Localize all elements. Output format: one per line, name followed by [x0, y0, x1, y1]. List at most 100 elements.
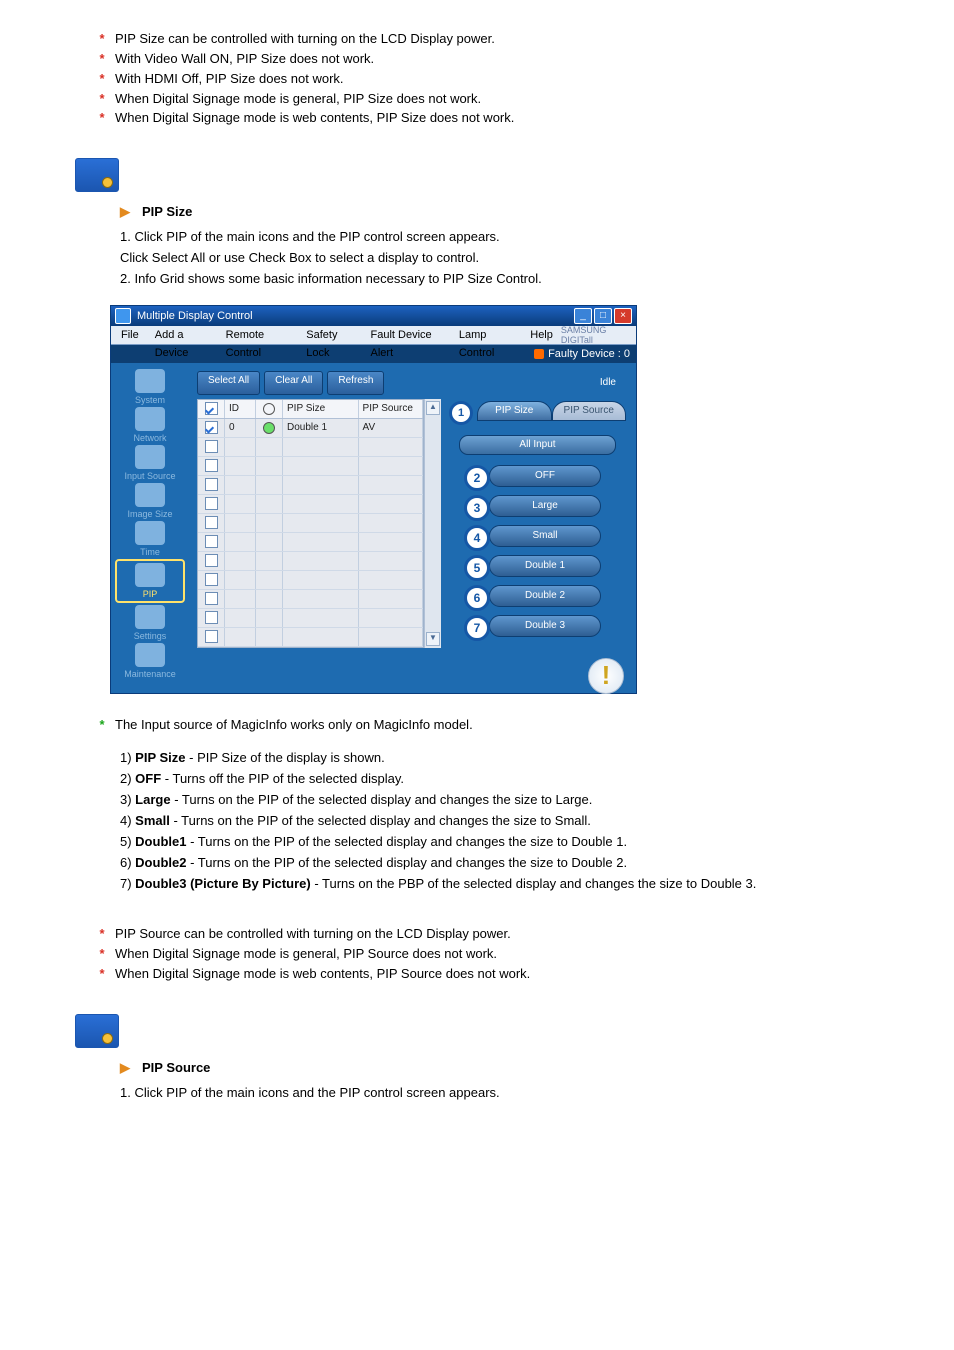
sidebar-label: Network — [117, 433, 183, 443]
menu-add-device[interactable]: Add a Device — [147, 326, 218, 344]
tabs: 1 PIP Size PIP Source — [449, 401, 626, 425]
grid-row-empty — [198, 590, 423, 609]
pill-label: Large — [532, 500, 558, 511]
grid-header-pip-source: PIP Source — [359, 400, 423, 418]
callout-line: 5) Double1 - Turns on the PIP of the sel… — [120, 833, 840, 852]
menu-safety-lock[interactable]: Safety Lock — [298, 326, 362, 344]
bullet-item: * When Digital Signage mode is general, P… — [95, 945, 840, 964]
sidebar-label: Settings — [117, 631, 183, 641]
maximize-button[interactable]: □ — [594, 308, 612, 324]
tab-label: PIP Source — [564, 405, 614, 416]
grid-row[interactable]: 0 Double 1 AV — [198, 419, 423, 438]
tab-pip-source[interactable]: PIP Source — [552, 401, 627, 421]
menu-help[interactable]: Help — [522, 326, 561, 344]
section-title-text: PIP Size — [142, 204, 192, 219]
menu-fault-alert[interactable]: Fault Device Alert — [363, 326, 451, 344]
app-icon — [115, 308, 131, 324]
step-text: Click PIP of the main icons and the PIP … — [134, 1085, 499, 1100]
section-title-text: PIP Source — [142, 1060, 210, 1075]
sidebar-item-settings[interactable]: Settings — [117, 605, 183, 641]
step-text: Info Grid shows some basic information n… — [134, 271, 541, 286]
pip-double1-button[interactable]: 5Double 1 — [489, 555, 601, 577]
refresh-button[interactable]: Refresh — [327, 371, 384, 395]
star-icon: * — [95, 716, 109, 735]
star-icon: * — [95, 30, 109, 49]
sidebar-label: Maintenance — [117, 669, 183, 679]
sidebar-item-system[interactable]: System — [117, 369, 183, 405]
pip-small-button[interactable]: 4Small — [489, 525, 601, 547]
step-number: 2. — [120, 271, 134, 286]
info-grid: ID PIP Size PIP Source 0 Double 1 AV — [197, 399, 424, 648]
clear-all-button[interactable]: Clear All — [264, 371, 323, 395]
scroll-down-icon[interactable]: ▼ — [426, 632, 440, 646]
callout-line: 2) OFF - Turns off the PIP of the select… — [120, 770, 840, 789]
bullet-item: *When Digital Signage mode is web conten… — [95, 965, 840, 984]
sidebar-item-input-source[interactable]: Input Source — [117, 445, 183, 481]
input-source-icon — [135, 445, 165, 469]
callout-badge-7: 7 — [464, 615, 490, 641]
callout-term: Large — [135, 792, 170, 807]
callout-desc: - PIP Size of the display is shown. — [186, 750, 385, 765]
pip-double2-button[interactable]: 6Double 2 — [489, 585, 601, 607]
scroll-up-icon[interactable]: ▲ — [426, 401, 440, 415]
section-icon — [75, 158, 954, 195]
step-number: 1. — [120, 1085, 134, 1100]
section-heading: ▶PIP Size — [120, 203, 840, 222]
checkbox-icon — [205, 402, 218, 415]
callout-term: Double1 — [135, 834, 186, 849]
select-all-button[interactable]: Select All — [197, 371, 260, 395]
image-size-icon — [135, 483, 165, 507]
grid-row-status — [256, 419, 283, 437]
grid-row-empty — [198, 571, 423, 590]
tab-pip-size[interactable]: PIP Size — [477, 401, 552, 421]
star-icon: * — [95, 50, 109, 69]
monitor-icon — [75, 1014, 119, 1048]
callout-line: 6) Double2 - Turns on the PIP of the sel… — [120, 854, 840, 873]
sidebar-item-pip[interactable]: PIP — [115, 559, 185, 603]
bullet-text: When Digital Signage mode is general, PI… — [115, 945, 840, 964]
pip-large-button[interactable]: 3Large — [489, 495, 601, 517]
bullet-item: *When Digital Signage mode is general, P… — [95, 90, 840, 109]
pip-double3-button[interactable]: 7Double 3 — [489, 615, 601, 637]
sidebar-item-maintenance[interactable]: Maintenance — [117, 643, 183, 679]
bullet-item: *PIP Source can be controlled with turni… — [95, 925, 840, 944]
menu-file[interactable]: File — [113, 326, 147, 344]
minimize-button[interactable]: _ — [574, 308, 592, 324]
sidebar-item-network[interactable]: Network — [117, 407, 183, 443]
grid-header-check[interactable] — [198, 400, 225, 418]
menu-lamp-control[interactable]: Lamp Control — [451, 326, 522, 344]
maintenance-icon — [135, 643, 165, 667]
grid-scrollbar[interactable]: ▲ ▼ — [424, 399, 441, 648]
menu-remote-control[interactable]: Remote Control — [218, 326, 299, 344]
callout-badge-1: 1 — [449, 401, 473, 425]
close-button[interactable]: × — [614, 308, 632, 324]
star-icon: * — [95, 945, 109, 964]
section-desc-line: 1. Click PIP of the main icons and the P… — [120, 1084, 840, 1103]
monitor-icon — [75, 158, 119, 192]
grid-row-check[interactable] — [198, 419, 225, 437]
grid-row-empty — [198, 476, 423, 495]
time-icon — [135, 521, 165, 545]
grid-row-empty — [198, 609, 423, 628]
status-dot-icon — [534, 349, 544, 359]
bullet-text: When Digital Signage mode is web content… — [115, 109, 840, 128]
pill-label: Double 2 — [525, 590, 565, 601]
tab-label: PIP Size — [495, 405, 533, 416]
sidebar-item-time[interactable]: Time — [117, 521, 183, 557]
sidebar-item-image-size[interactable]: Image Size — [117, 483, 183, 519]
pip-off-button[interactable]: 2OFF — [489, 465, 601, 487]
bullet-item: *With Video Wall ON, PIP Size does not w… — [95, 50, 840, 69]
sidebar-label: System — [117, 395, 183, 405]
callout-badge-6: 6 — [464, 585, 490, 611]
grid-row-empty — [198, 552, 423, 571]
star-icon: * — [95, 70, 109, 89]
callout-line: 4) Small - Turns on the PIP of the selec… — [120, 812, 840, 831]
callout-line: 7) Double3 (Picture By Picture) - Turns … — [120, 875, 840, 894]
grid-row-empty — [198, 628, 423, 647]
pip-icon — [135, 563, 165, 587]
callout-badge-3: 3 — [464, 495, 490, 521]
bullet-text: PIP Size can be controlled with turning … — [115, 30, 840, 49]
callout-term: OFF — [135, 771, 161, 786]
bullet-item: *With HDMI Off, PIP Size does not work. — [95, 70, 840, 89]
titlebar: Multiple Display Control _ □ × — [111, 306, 636, 326]
